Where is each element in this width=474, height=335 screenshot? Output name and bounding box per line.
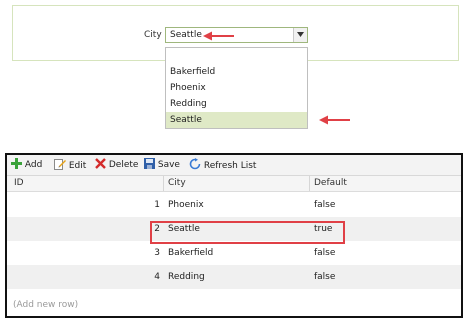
add-icon	[11, 158, 22, 169]
table-row[interactable]: 3 Bakerfield false	[7, 241, 461, 265]
combobox-dropdown-button[interactable]	[293, 28, 307, 42]
dropdown-option-redding[interactable]: Redding	[166, 96, 307, 112]
delete-button-label: Delete	[108, 160, 139, 170]
edit-button-label: Edit	[68, 161, 87, 171]
dropdown-option-seattle[interactable]: Seattle	[166, 112, 307, 128]
annotation-highlight-box	[150, 221, 345, 244]
cell-city: Bakerfield	[168, 248, 214, 258]
save-button[interactable]: Save	[144, 158, 180, 172]
cell-default: false	[314, 272, 336, 282]
cell-id: 1	[154, 200, 160, 210]
add-new-row[interactable]: (Add new row)	[13, 300, 78, 310]
table-row[interactable]: 1 Phoenix false	[7, 193, 461, 217]
edit-button[interactable]: Edit	[54, 158, 86, 172]
annotation-arrow-icon	[203, 31, 234, 41]
city-label: City	[144, 30, 162, 40]
add-button[interactable]: Add	[11, 158, 42, 172]
cell-city: Redding	[168, 272, 205, 282]
cell-id: 4	[154, 272, 160, 282]
add-button-label: Add	[24, 160, 43, 170]
delete-button[interactable]: Delete	[95, 158, 138, 172]
column-header-default[interactable]: Default	[310, 176, 347, 191]
edit-icon	[54, 159, 66, 170]
refresh-icon	[189, 158, 201, 170]
grid-toolbar: Add Edit Delete Save Refresh List	[7, 155, 461, 176]
save-icon	[144, 158, 155, 169]
dropdown-option-bakerfield[interactable]: Bakerfield	[166, 64, 307, 80]
dropdown-option-phoenix[interactable]: Phoenix	[166, 80, 307, 96]
chevron-down-icon	[297, 32, 304, 37]
cell-default: false	[314, 200, 336, 210]
city-dropdown-list: Bakerfield Phoenix Redding Seattle	[165, 47, 308, 129]
cell-default: false	[314, 248, 336, 258]
save-button-label: Save	[157, 160, 180, 170]
column-header-city[interactable]: City	[164, 176, 186, 191]
annotation-arrow-icon	[319, 115, 350, 125]
city-combobox-value: Seattle	[170, 30, 202, 40]
cell-id: 3	[154, 248, 160, 258]
city-combobox[interactable]: Seattle	[165, 27, 308, 43]
refresh-list-button[interactable]: Refresh List	[189, 158, 256, 172]
table-row[interactable]: 4 Redding false	[7, 265, 461, 289]
grid-header: ID City Default	[7, 176, 461, 192]
column-header-id[interactable]: ID	[10, 176, 24, 191]
delete-icon	[95, 158, 106, 169]
cell-city: Phoenix	[168, 200, 204, 210]
refresh-list-button-label: Refresh List	[203, 161, 257, 171]
